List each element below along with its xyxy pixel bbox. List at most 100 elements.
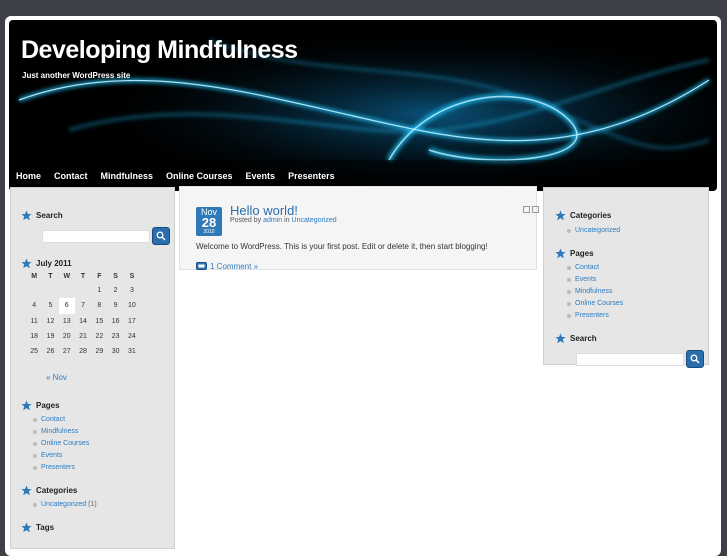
- calendar-day: 13: [62, 317, 71, 325]
- widget-title-calendar: July 2011: [21, 258, 72, 269]
- nav-events[interactable]: Events: [239, 168, 282, 188]
- nav-home[interactable]: Home: [9, 168, 47, 188]
- site-title[interactable]: Developing Mindfulness: [21, 36, 298, 65]
- calendar-prev-link[interactable]: « Nov: [46, 373, 67, 382]
- widget-title-search-left: Search: [21, 210, 63, 221]
- calendar-day: 26: [46, 348, 55, 356]
- search-form-left: [42, 227, 170, 245]
- search-icon: [690, 354, 700, 364]
- post-meta-in: in: [284, 217, 290, 224]
- nav-presenters[interactable]: Presenters: [281, 168, 341, 188]
- calendar-day: [75, 283, 91, 298]
- calendar-week-row: 11 12 13 14 15 16 17: [26, 314, 140, 329]
- search-icon: [156, 231, 166, 241]
- page-link-mindfulness[interactable]: Mindfulness: [565, 286, 623, 298]
- post-tools: [523, 206, 539, 213]
- star-icon: [21, 522, 32, 533]
- page-link-contact[interactable]: Contact: [565, 262, 623, 274]
- calendar-table: M T W T F S S 1 2 3 4 5 6 7 8 9 10 11 12 13 14 15 16 17 1…: [26, 269, 140, 359]
- post-meta-prefix: Posted by: [230, 217, 262, 224]
- calendar-day: 24: [128, 333, 136, 341]
- category-link-uncategorized[interactable]: Uncategorized: [41, 501, 86, 508]
- comments-count[interactable]: 1 Comment »: [210, 262, 258, 271]
- page-link-presenters[interactable]: Presenters: [31, 462, 89, 474]
- pages-list-right: Contact Events Mindfulness Online Course…: [565, 262, 623, 322]
- calendar-day-header: M: [31, 272, 38, 280]
- calendar-week-row: 18 19 20 21 22 23 24: [26, 329, 140, 344]
- calendar-day: [42, 283, 58, 298]
- expand-icon[interactable]: [523, 206, 530, 213]
- search-input-left[interactable]: [42, 229, 150, 243]
- print-icon[interactable]: [532, 206, 539, 213]
- calendar-day: 8: [97, 302, 102, 310]
- post-title[interactable]: Hello world!: [230, 203, 298, 218]
- star-icon: [21, 210, 32, 221]
- page-link-online-courses[interactable]: Online Courses: [31, 438, 89, 450]
- widget-title-pages-right: Pages: [555, 248, 594, 259]
- star-icon: [21, 258, 32, 269]
- calendar-day-today: 6: [58, 298, 75, 314]
- calendar-day: 3: [129, 287, 134, 295]
- calendar-day: [26, 283, 42, 298]
- widget-title-categories-left: Categories: [21, 485, 77, 496]
- widget-title-categories-right: Categories: [555, 210, 611, 221]
- category-count: (1): [88, 501, 97, 508]
- calendar-day: 20: [62, 333, 71, 341]
- calendar-day: 27: [62, 348, 71, 356]
- comment-icon: [196, 262, 207, 270]
- page-link-presenters[interactable]: Presenters: [565, 310, 623, 322]
- widget-title-tags: Tags: [21, 522, 54, 533]
- calendar-day: 19: [46, 333, 55, 341]
- page-link-online-courses[interactable]: Online Courses: [565, 298, 623, 310]
- calendar-day: 11: [30, 317, 38, 325]
- category-item: Uncategorized (1): [31, 499, 97, 511]
- nav-online-courses[interactable]: Online Courses: [159, 168, 239, 188]
- calendar-day: 2: [113, 287, 118, 295]
- post-comments-link[interactable]: 1 Comment »: [196, 262, 258, 271]
- calendar-day: 18: [30, 333, 39, 341]
- post-date-badge: Nov 28 2010: [196, 207, 222, 236]
- post-container: [179, 186, 537, 270]
- post-category-link[interactable]: Uncategorized: [292, 217, 337, 224]
- calendar-header-row: M T W T F S S: [26, 269, 140, 283]
- search-button-left[interactable]: [152, 227, 170, 245]
- calendar-day: 14: [79, 317, 87, 325]
- calendar-day: [59, 283, 75, 298]
- calendar-day: 12: [46, 317, 55, 325]
- calendar-day-header: S: [113, 272, 118, 280]
- page-link-events[interactable]: Events: [31, 450, 89, 462]
- categories-list-left: Uncategorized (1): [31, 499, 97, 511]
- site-header: Developing Mindfulness Just another Word…: [9, 20, 717, 191]
- calendar-week-row: 25 26 27 28 29 30 31: [26, 344, 140, 359]
- categories-list-right: Uncategorized: [565, 225, 620, 237]
- calendar-day: 31: [128, 348, 136, 356]
- calendar-day: 22: [95, 333, 104, 341]
- calendar-day: 4: [32, 302, 37, 310]
- star-icon: [21, 400, 32, 411]
- category-link-uncategorized[interactable]: Uncategorized: [565, 225, 620, 237]
- star-icon: [555, 210, 566, 221]
- widget-title-pages-left: Pages: [21, 400, 60, 411]
- page-link-events[interactable]: Events: [565, 274, 623, 286]
- page-link-mindfulness[interactable]: Mindfulness: [31, 426, 89, 438]
- main-nav: Home Contact Mindfulness Online Courses …: [9, 168, 341, 188]
- search-input-right[interactable]: [576, 352, 684, 366]
- calendar-day: 7: [81, 302, 85, 310]
- calendar-day-header: T: [48, 272, 53, 280]
- post-date-day: 28: [201, 215, 217, 230]
- post-author-link[interactable]: admin: [263, 217, 282, 224]
- calendar-day-header: F: [97, 272, 102, 280]
- calendar-day: 29: [95, 348, 104, 356]
- nav-mindfulness[interactable]: Mindfulness: [94, 168, 160, 188]
- calendar-day: 30: [111, 348, 120, 356]
- calendar-day: 15: [95, 317, 104, 325]
- site-tagline: Just another WordPress site: [22, 71, 131, 80]
- post-body: Welcome to WordPress. This is your first…: [196, 242, 488, 251]
- calendar-day: 1: [97, 287, 102, 295]
- page-link-contact[interactable]: Contact: [31, 414, 89, 426]
- nav-contact[interactable]: Contact: [47, 168, 94, 188]
- calendar-day: 9: [113, 302, 118, 310]
- calendar-day-header: T: [80, 272, 86, 280]
- search-button-right[interactable]: [686, 350, 704, 368]
- calendar-week-row: 1 2 3: [26, 283, 140, 298]
